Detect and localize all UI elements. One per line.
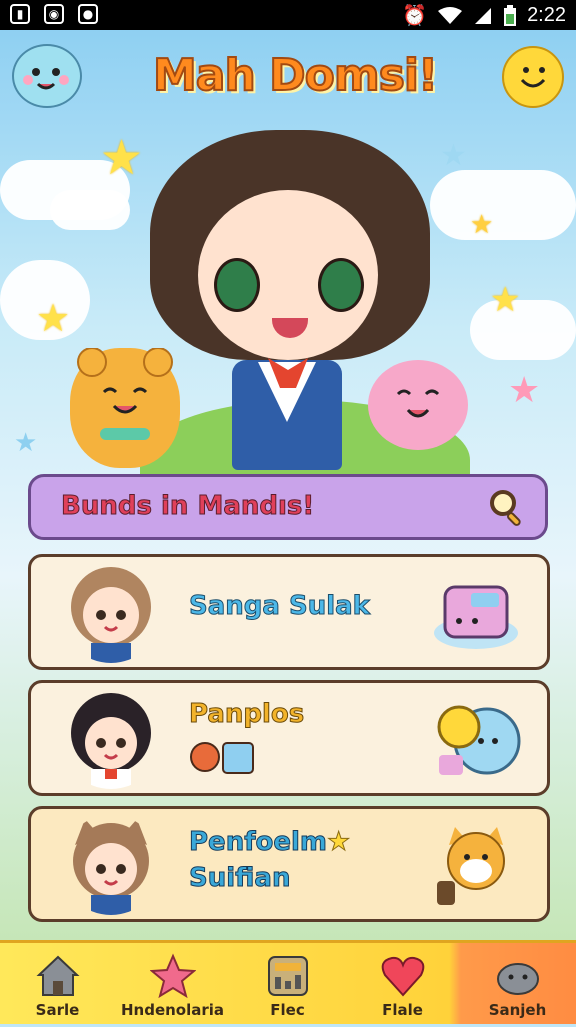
nav-label: Flale [382, 1001, 423, 1019]
nav-label: Hndenolaria [120, 1001, 225, 1019]
character-avatar-cat-ears [73, 819, 149, 915]
nav-label: Sarle [35, 1001, 80, 1019]
notification-game-icon: ◉ [44, 4, 64, 24]
game-card[interactable]: Panplos [28, 680, 550, 796]
star-decoration: ★ [100, 130, 144, 186]
bunny-face-icon [396, 389, 440, 418]
star-decoration: ★ [14, 428, 38, 458]
nav-shop[interactable]: Flec [230, 943, 345, 1027]
nav-label: Flec [270, 1001, 305, 1019]
search-banner-label: Bunds in Mandıs! [60, 491, 315, 522]
heart-icon [381, 956, 425, 997]
cloud-decoration [50, 190, 130, 230]
notification-app-icon: ▮ [10, 4, 30, 24]
blob-mascot-icon [23, 68, 69, 90]
alarm-icon: ⏰ [402, 5, 428, 27]
cloud-blob-icon [497, 963, 539, 995]
bunny-companion[interactable] [368, 360, 468, 450]
house-icon [36, 955, 80, 996]
status-bar: ▮ ◉ ● ⏰ 2:22 [0, 0, 576, 30]
status-indicators: ⏰ 2:22 [402, 3, 566, 28]
card-title-line1: Penfoelm★ [188, 827, 351, 858]
star-decoration: ★ [36, 296, 71, 340]
notification-drop-icon: ● [78, 4, 98, 24]
card-title-line2: Suifian [188, 863, 291, 894]
star-icon [150, 953, 196, 999]
clock: 2:22 [527, 4, 566, 26]
character-avatar-brown-hair [71, 567, 151, 663]
game-title: Mah Domsi! [152, 49, 439, 102]
card-title-text: Penfoelm [188, 827, 328, 858]
cloud-decoration [430, 170, 576, 240]
bottom-nav: Sarle Hndenolaria Flec Flale Sanjeh [0, 940, 576, 1024]
star-decoration: ★ [440, 138, 467, 173]
wifi-icon [438, 6, 463, 24]
nav-likes[interactable]: Flale [345, 943, 460, 1027]
nav-label: Sanjeh [488, 1001, 547, 1019]
card-title: Panplos [188, 699, 305, 730]
signal-icon [475, 7, 492, 24]
search-banner[interactable]: Bunds in Mandıs! [28, 474, 548, 540]
hero-eye-left [214, 258, 260, 312]
shop-icon [268, 956, 308, 996]
star-decoration: ★ [508, 370, 541, 411]
battery-icon [504, 4, 517, 26]
smiley-bubble-icon [520, 67, 546, 88]
toy-robot-icon [437, 705, 521, 775]
star-decoration: ★ [470, 210, 494, 240]
search-icon[interactable] [487, 487, 527, 527]
cloud-decoration [470, 300, 576, 360]
bear-face-icon [77, 347, 173, 440]
hero-eye-right [318, 258, 364, 312]
bear-companion[interactable] [70, 347, 180, 468]
chat-mascot-button[interactable] [502, 46, 564, 108]
nav-home[interactable]: Sarle [0, 943, 115, 1027]
nav-search[interactable]: Sanjeh [460, 943, 575, 1027]
nav-favorites[interactable]: Hndenolaria [115, 943, 230, 1027]
game-card[interactable]: Penfoelm★ Suifian [28, 806, 550, 922]
star-decoration: ★ [490, 280, 521, 320]
robot-blob-icon [434, 585, 518, 649]
shiba-dog-icon [437, 827, 505, 905]
character-avatar-black-hair [71, 693, 151, 789]
item-icons [190, 742, 254, 774]
card-title: Sanga Sulak [189, 591, 371, 622]
star-icon: ★ [327, 827, 351, 858]
menu-mascot-button[interactable] [12, 44, 82, 108]
notification-icons: ▮ ◉ ● [10, 4, 98, 24]
game-card[interactable]: Sanga Sulak [28, 554, 550, 670]
